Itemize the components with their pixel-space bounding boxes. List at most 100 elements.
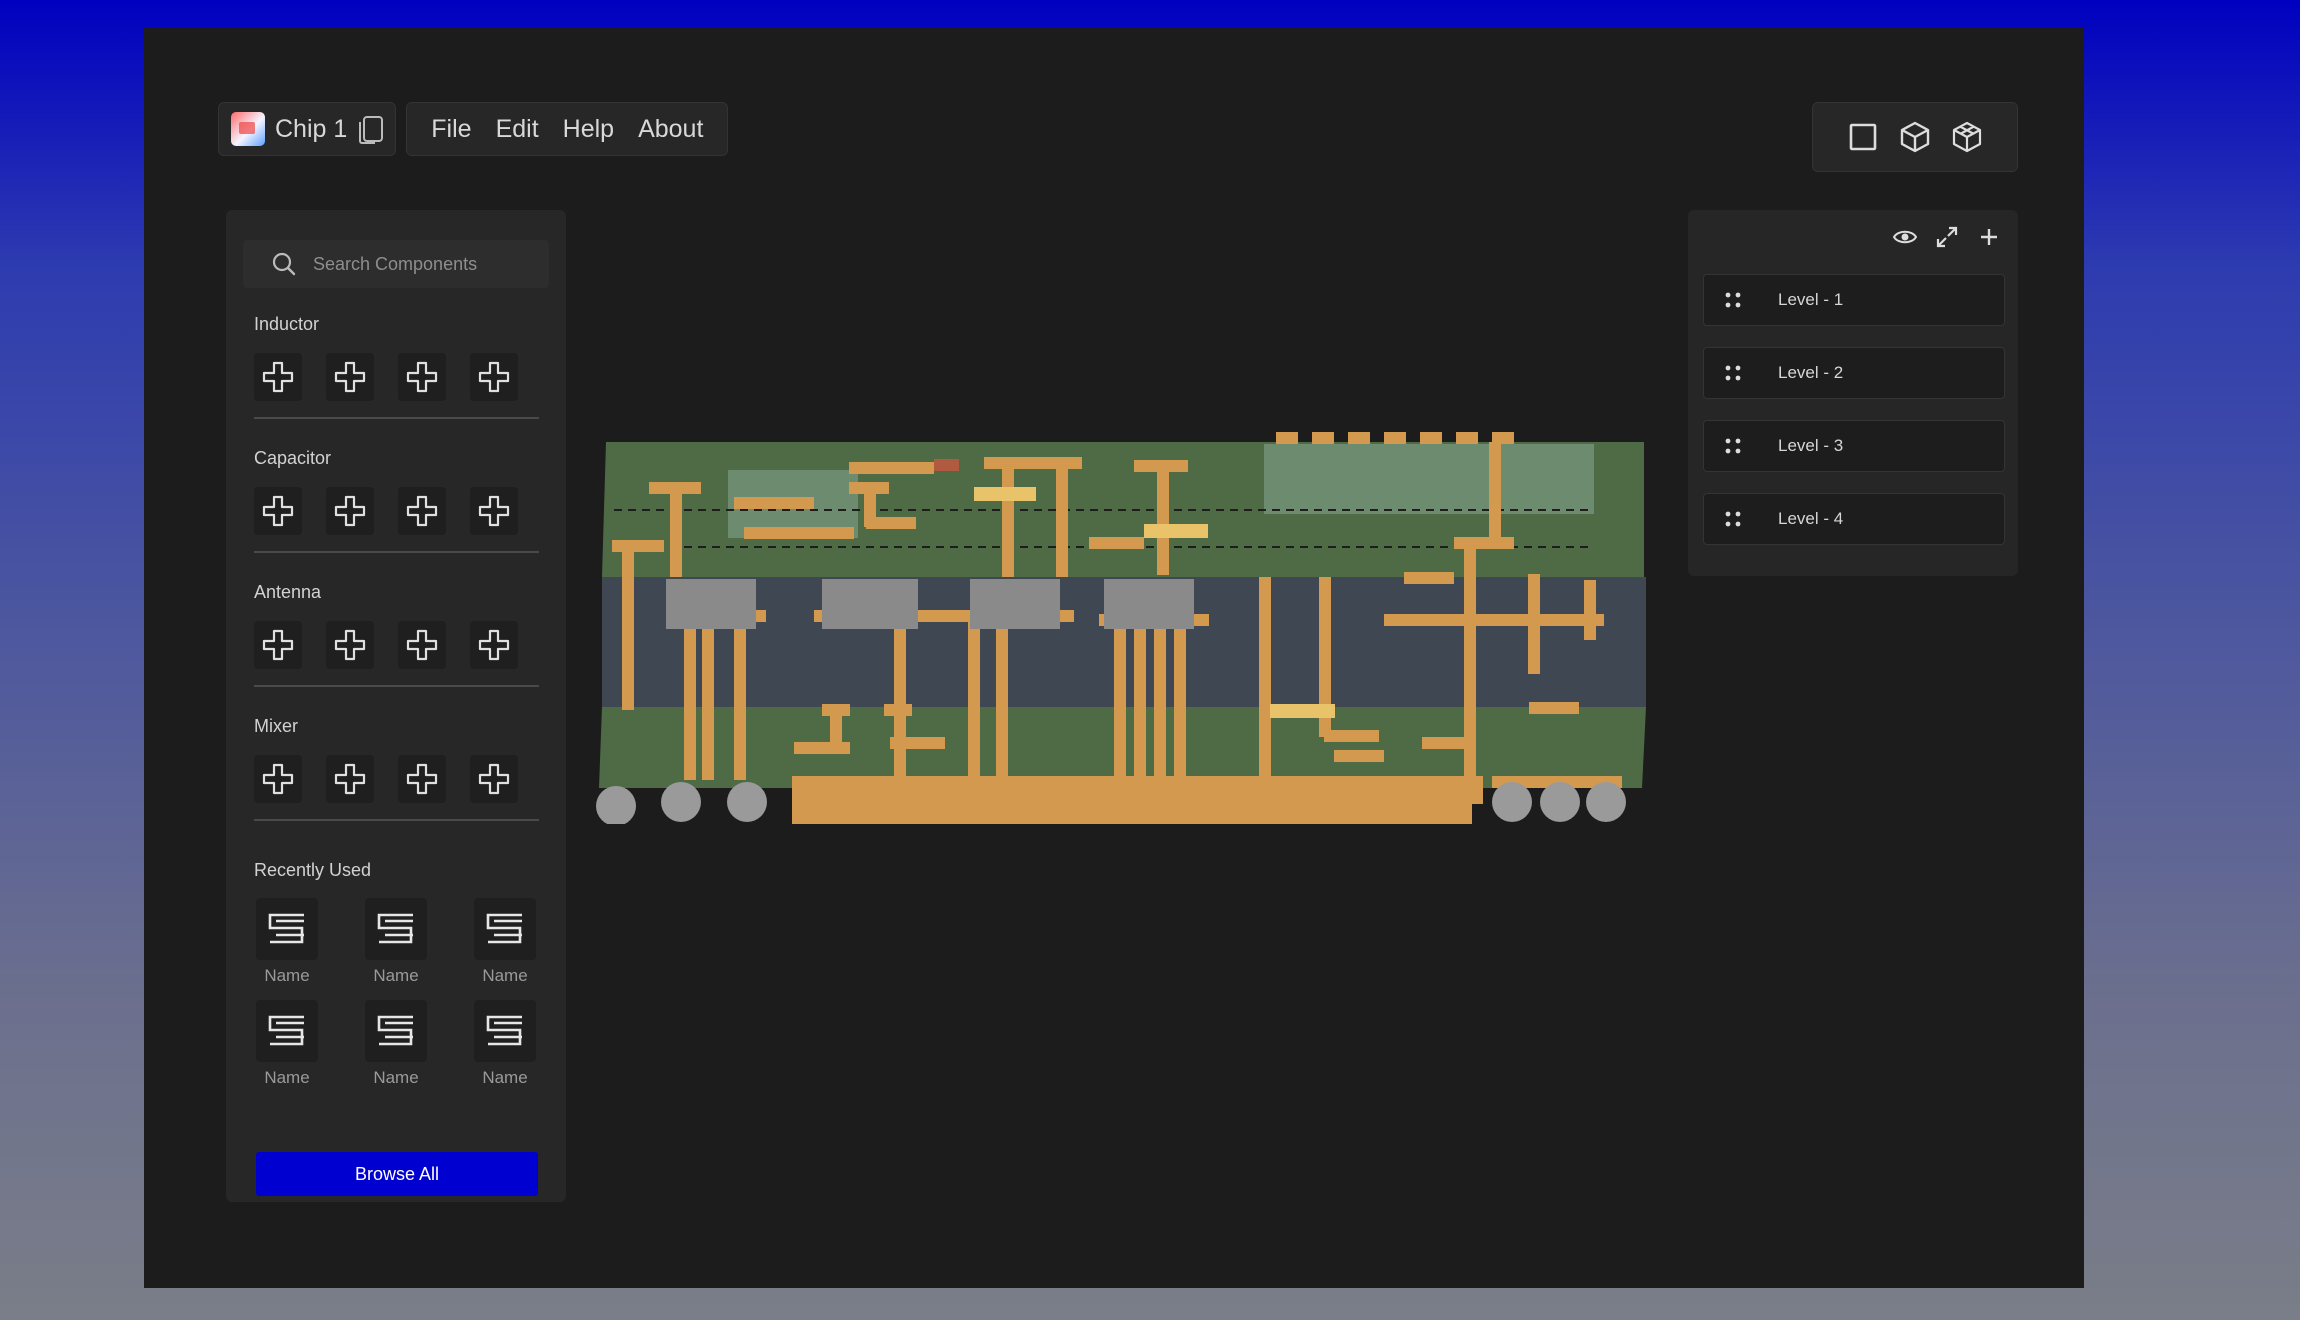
3d-cube-wire-icon[interactable]: [1950, 120, 1984, 154]
add-antenna-button[interactable]: [470, 621, 518, 669]
view-mode-switcher: [1812, 102, 2018, 172]
recent-component-name: Name: [264, 966, 310, 985]
expand-icon[interactable]: [1934, 224, 1960, 250]
plus-outline-icon: [262, 495, 294, 527]
eye-icon[interactable]: [1892, 224, 1918, 250]
add-inductor-button[interactable]: [470, 353, 518, 401]
recent-component-name: Name: [264, 1068, 310, 1087]
add-mixer-button[interactable]: [326, 755, 374, 803]
plus-outline-icon: [334, 629, 366, 661]
search-icon: [272, 252, 296, 276]
recent-component[interactable]: Name: [363, 898, 429, 986]
layer-row-2[interactable]: Level - 2: [1703, 347, 2005, 399]
search-input[interactable]: [313, 253, 533, 275]
inductor-icon: [268, 913, 304, 944]
layer-row-3[interactable]: Level - 3: [1703, 420, 2005, 472]
recent-component[interactable]: Name: [254, 1000, 320, 1088]
recent-component[interactable]: Name: [254, 898, 320, 986]
recent-component-tile[interactable]: [474, 898, 536, 960]
add-antenna-button[interactable]: [326, 621, 374, 669]
add-capacitor-button[interactable]: [254, 487, 302, 535]
recently-used-title: Recently Used: [254, 860, 372, 880]
plus-icon[interactable]: [1976, 224, 2002, 250]
inductor-icon: [486, 1015, 522, 1046]
add-mixer-button[interactable]: [254, 755, 302, 803]
browse-all-button[interactable]: Browse All: [256, 1152, 538, 1196]
menu-help[interactable]: Help: [563, 115, 614, 144]
plus-outline-icon: [478, 763, 510, 795]
category-mixer: Mixer: [254, 716, 539, 821]
recently-used-grid: Name Name Name Name Name Name: [254, 898, 544, 1088]
app-window: Chip 1 File Edit Help About Inductor: [144, 28, 2084, 1288]
layer-label: Level - 1: [1778, 290, 1844, 309]
add-antenna-button[interactable]: [398, 621, 446, 669]
plus-outline-icon: [262, 763, 294, 795]
add-capacitor-button[interactable]: [470, 487, 518, 535]
plus-outline-icon: [406, 763, 438, 795]
add-capacitor-button[interactable]: [398, 487, 446, 535]
chip-logo-icon: [231, 112, 265, 146]
search-box: [243, 240, 549, 288]
recent-component-tile[interactable]: [474, 1000, 536, 1062]
menu-file[interactable]: File: [431, 115, 471, 144]
recent-component-name: Name: [482, 1068, 528, 1087]
category-capacitor: Capacitor: [254, 448, 539, 553]
chip-cross-section-viewport[interactable]: [594, 392, 1660, 826]
plus-outline-icon: [478, 361, 510, 393]
drag-handle-icon[interactable]: [1722, 362, 1744, 384]
recent-component-tile[interactable]: [365, 1000, 427, 1062]
layers-panel: Level - 1 Level - 2 Level - 3 Level - 4: [1688, 210, 2018, 576]
shield-plate: [1264, 444, 1594, 514]
recent-component-tile[interactable]: [256, 898, 318, 960]
recent-component-name: Name: [373, 1068, 419, 1087]
3d-cube-icon[interactable]: [1898, 120, 1932, 154]
plus-outline-icon: [262, 361, 294, 393]
category-antenna: Antenna: [254, 582, 539, 687]
drag-handle-icon[interactable]: [1722, 435, 1744, 457]
plus-outline-icon: [334, 361, 366, 393]
add-mixer-button[interactable]: [470, 755, 518, 803]
plus-outline-icon: [334, 495, 366, 527]
add-capacitor-button[interactable]: [326, 487, 374, 535]
plus-outline-icon: [406, 495, 438, 527]
title-bar: Chip 1 File Edit Help About: [218, 102, 729, 156]
category-title: Capacitor: [254, 448, 332, 468]
layer-row-1[interactable]: Level - 1: [1703, 274, 2005, 326]
project-name: Chip 1: [275, 114, 348, 143]
2d-square-icon[interactable]: [1846, 120, 1880, 154]
divider: [254, 417, 539, 419]
add-mixer-button[interactable]: [398, 755, 446, 803]
plus-outline-icon: [406, 629, 438, 661]
divider: [254, 685, 539, 687]
add-inductor-button[interactable]: [254, 353, 302, 401]
layer-row-4[interactable]: Level - 4: [1703, 493, 2005, 545]
recent-component[interactable]: Name: [472, 1000, 538, 1088]
divider: [254, 819, 539, 821]
add-antenna-button[interactable]: [254, 621, 302, 669]
plus-outline-icon: [478, 629, 510, 661]
add-inductor-button[interactable]: [326, 353, 374, 401]
menu-bar: File Edit Help About: [406, 102, 729, 156]
layer-label: Level - 4: [1778, 509, 1844, 528]
plus-outline-icon: [334, 763, 366, 795]
plus-outline-icon: [262, 629, 294, 661]
menu-about[interactable]: About: [638, 115, 703, 144]
drag-handle-icon[interactable]: [1722, 289, 1744, 311]
divider: [254, 551, 539, 553]
recent-component[interactable]: Name: [363, 1000, 429, 1088]
add-inductor-button[interactable]: [398, 353, 446, 401]
recent-component-tile[interactable]: [365, 898, 427, 960]
inductor-icon: [268, 1015, 304, 1046]
menu-edit[interactable]: Edit: [496, 115, 539, 144]
recent-component-name: Name: [482, 966, 528, 985]
project-selector[interactable]: Chip 1: [218, 102, 397, 156]
recent-component-tile[interactable]: [256, 1000, 318, 1062]
layer-label: Level - 3: [1778, 436, 1844, 455]
recent-component[interactable]: Name: [472, 898, 538, 986]
chip-cross-section: [596, 432, 1646, 826]
drag-handle-icon[interactable]: [1722, 508, 1744, 530]
layer-label: Level - 2: [1778, 363, 1844, 382]
category-title: Mixer: [254, 716, 298, 736]
duplicate-icon[interactable]: [359, 116, 384, 144]
inductor-icon: [486, 913, 522, 944]
